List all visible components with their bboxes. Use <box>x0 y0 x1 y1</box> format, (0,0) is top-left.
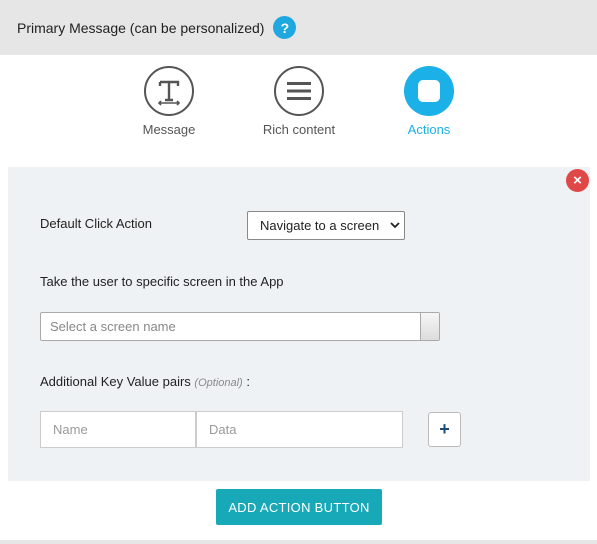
add-action-button[interactable]: ADD ACTION BUTTON <box>216 489 382 525</box>
tab-message-label: Message <box>142 122 196 137</box>
screen-select[interactable]: Select a screen name <box>40 312 440 341</box>
dropdown-handle-icon <box>420 313 439 340</box>
add-kv-button[interactable]: + <box>428 412 461 447</box>
kv-optional: (Optional) <box>194 377 243 389</box>
header-title: Primary Message (can be personalized) <box>17 19 265 36</box>
default-click-value: Navigate to a screen <box>260 218 380 233</box>
close-icon[interactable]: × <box>566 169 589 192</box>
tab-message[interactable]: Message <box>114 66 224 137</box>
default-click-select[interactable]: Navigate to a screen <box>247 211 405 240</box>
tab-actions-label: Actions <box>407 122 451 137</box>
action-panel: × Default Click Action Navigate to a scr… <box>8 167 590 481</box>
kv-colon: : <box>246 374 250 389</box>
kv-label: Additional Key Value pairs (Optional) : <box>40 374 250 389</box>
name-input[interactable]: Name <box>40 411 196 448</box>
chevron-down-icon <box>390 219 400 234</box>
screen-label: Take the user to specific screen in the … <box>40 274 284 289</box>
tab-rich-content-label: Rich content <box>262 122 336 137</box>
text-icon <box>144 66 194 116</box>
tab-actions[interactable]: Actions <box>374 66 484 137</box>
default-click-label: Default Click Action <box>40 216 152 231</box>
tab-rich-content[interactable]: Rich content <box>244 66 354 137</box>
data-input[interactable]: Data <box>196 411 403 448</box>
bottom-divider <box>0 540 597 544</box>
content-type-tabs: Message Rich content Actions <box>0 66 597 146</box>
header-bar: Primary Message (can be personalized) ? <box>0 0 597 55</box>
square-icon <box>404 66 454 116</box>
kv-label-text: Additional Key Value pairs <box>40 374 191 389</box>
list-icon <box>274 66 324 116</box>
help-icon[interactable]: ? <box>273 16 297 39</box>
screen-select-placeholder: Select a screen name <box>50 319 176 334</box>
